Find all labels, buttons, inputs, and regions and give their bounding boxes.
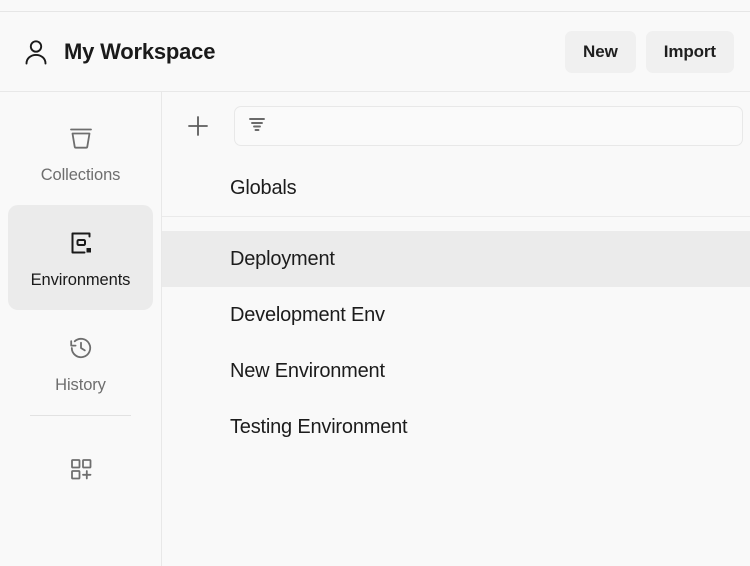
sidebar: Collections Environments History: [0, 92, 162, 566]
filter-sort-icon: [247, 115, 267, 138]
window-top-strip: [0, 0, 750, 12]
sidebar-item-label: History: [55, 375, 106, 394]
app-body: Collections Environments History Globals…: [0, 92, 750, 566]
app-window: My Workspace New Import Collections Envi…: [0, 0, 750, 566]
environments-list: Globals Deployment Development Env New E…: [162, 160, 750, 566]
list-item-deployment[interactable]: Deployment: [162, 231, 750, 287]
list-toolbar: [162, 92, 750, 160]
new-button[interactable]: New: [565, 30, 636, 73]
main-panel: Globals Deployment Development Env New E…: [162, 92, 750, 566]
list-item-development-env[interactable]: Development Env: [162, 287, 750, 343]
list-item-testing-environment[interactable]: Testing Environment: [162, 399, 750, 455]
sidebar-item-collections[interactable]: Collections: [8, 100, 153, 205]
environments-icon: [65, 227, 97, 259]
list-item-new-environment[interactable]: New Environment: [162, 343, 750, 399]
import-button[interactable]: Import: [645, 30, 734, 73]
history-clock-icon: [65, 332, 97, 364]
workspace-header: My Workspace New Import: [0, 12, 750, 92]
list-item-globals[interactable]: Globals: [162, 160, 750, 216]
sidebar-item-apps[interactable]: [8, 416, 153, 534]
sidebar-item-label: Environments: [30, 270, 131, 289]
grid-add-icon: [65, 453, 97, 485]
plus-icon: [185, 113, 211, 139]
search-input[interactable]: [277, 117, 730, 135]
collections-icon: [65, 122, 97, 154]
sidebar-item-environments[interactable]: Environments: [8, 205, 153, 310]
search-filter-box[interactable]: [234, 106, 743, 146]
workspace-identity[interactable]: My Workspace: [20, 36, 565, 68]
person-icon: [20, 36, 50, 68]
add-environment-button[interactable]: [176, 104, 220, 148]
page-title: My Workspace: [64, 38, 216, 64]
sidebar-item-history[interactable]: History: [8, 310, 153, 415]
list-group-gap: [162, 217, 750, 231]
header-actions: New Import: [565, 30, 734, 73]
sidebar-item-label: Collections: [40, 165, 121, 184]
